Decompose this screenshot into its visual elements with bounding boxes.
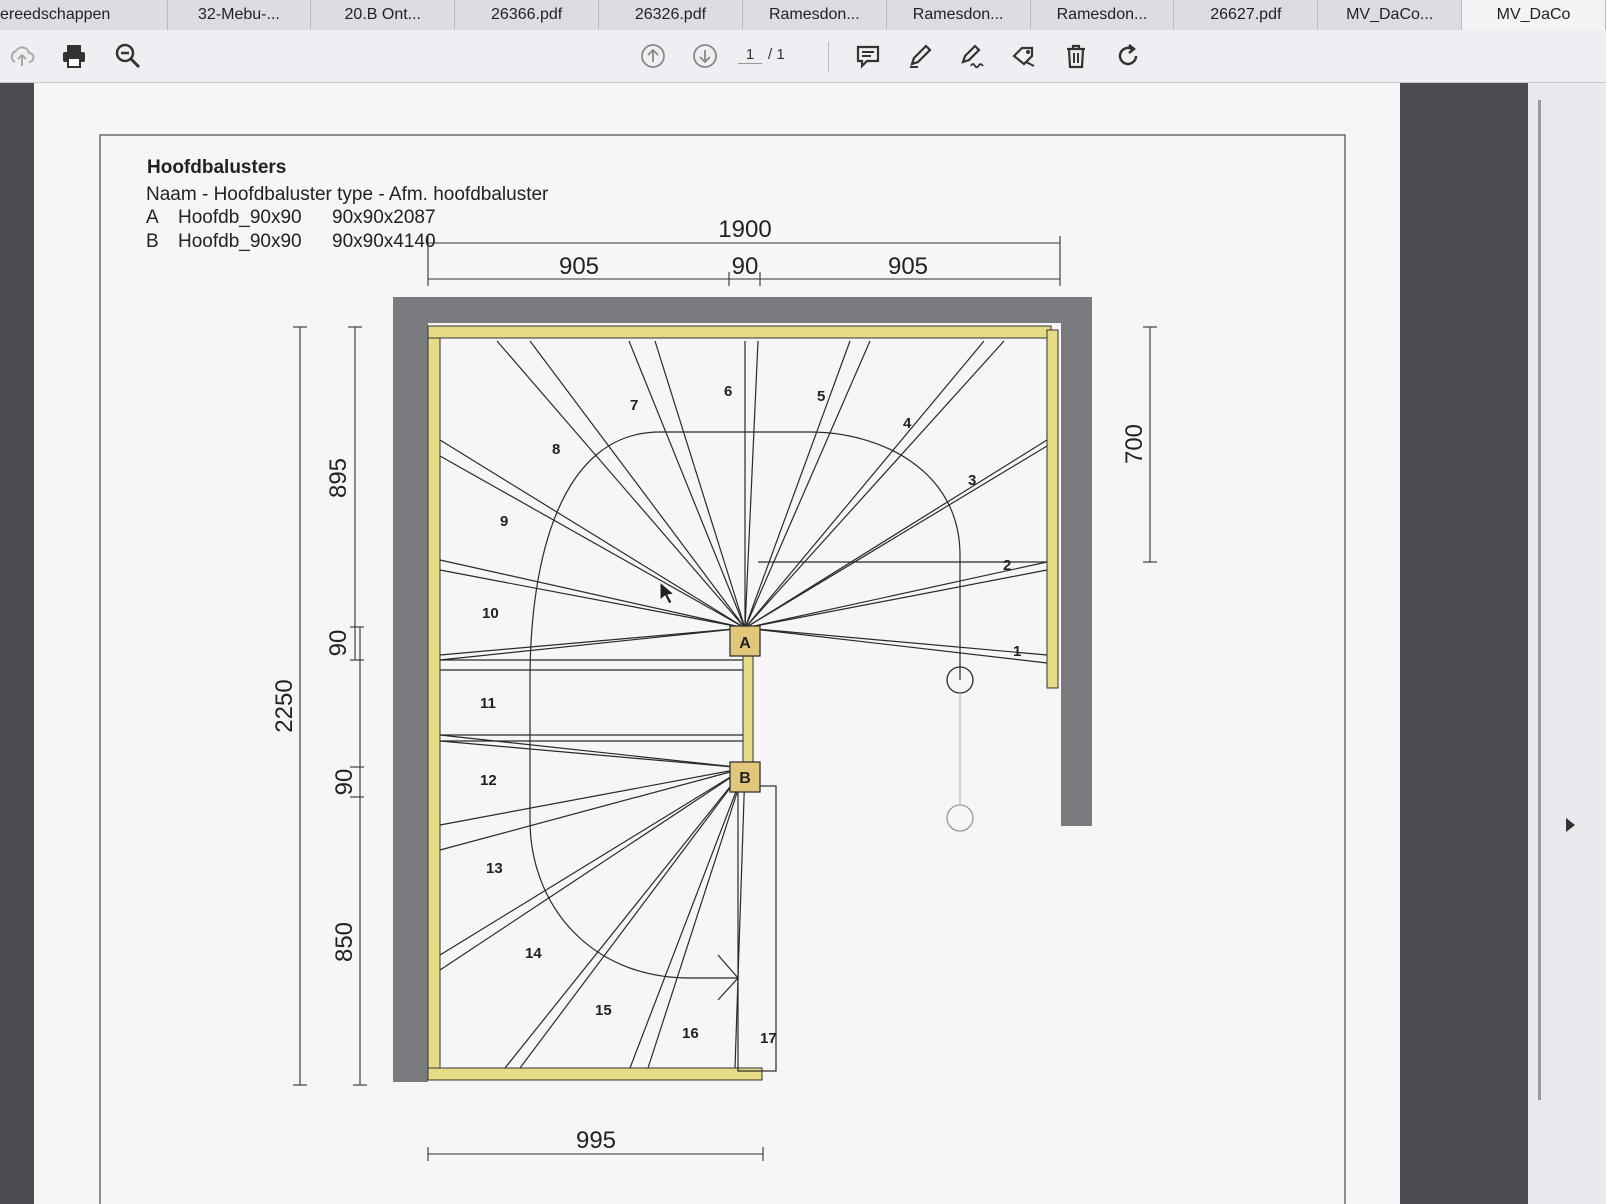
step-line: [496, 340, 746, 629]
step-number: 8: [552, 441, 560, 458]
legend-size: 90x90x4140: [332, 231, 436, 252]
stringer-right: [1046, 329, 1059, 689]
legend-size: 90x90x2087: [332, 207, 436, 228]
step-line: [529, 340, 746, 629]
dim-post-a: 90: [325, 630, 352, 657]
step-number: 13: [486, 860, 503, 877]
step-line: [744, 445, 1048, 629]
step-line: [744, 627, 1048, 664]
step-line: [519, 767, 746, 1069]
post-b-label: B: [739, 770, 751, 787]
legend-type: Hoofdb_90x90: [178, 231, 302, 252]
post-a-label: A: [739, 635, 751, 652]
step-number: 11: [480, 695, 496, 712]
step-number: 14: [525, 945, 542, 962]
step-number: 10: [482, 605, 499, 622]
legend-title: Hoofdbalusters: [147, 157, 287, 178]
legend-row-b: B Hoofdb_90x90 90x90x4140: [146, 231, 446, 253]
mouse-cursor-icon: [659, 580, 676, 605]
stair-drawing: A B 1 2 3 4 5 6 7 8 9 10 11 12 13 14 15 …: [99, 134, 1346, 1204]
dim-bottom-width: 995: [576, 1127, 616, 1154]
stringer-left: [427, 337, 441, 1071]
step-line: [504, 767, 746, 1069]
step-line: [744, 340, 759, 629]
dim-left-width: 905: [559, 253, 599, 280]
step-line: [744, 561, 1048, 629]
step-number: 2: [1003, 557, 1011, 574]
step-line: [647, 767, 746, 1069]
step-number: 1: [1013, 643, 1021, 660]
stringer-top: [427, 325, 1052, 339]
dim-post-b: 90: [331, 769, 358, 796]
legend-type: Hoofdb_90x90: [178, 207, 302, 228]
step-number: 15: [595, 1002, 612, 1019]
dim-lower-depth: 850: [331, 922, 358, 962]
step-line: [439, 439, 746, 629]
step-line: [744, 439, 1048, 629]
step-line: [744, 569, 1048, 629]
end-circle-icon: [946, 804, 974, 832]
dim-right-depth: 700: [1121, 424, 1148, 464]
step-number: 6: [724, 383, 732, 400]
step-line: [734, 767, 746, 1069]
step-number: 17: [760, 1030, 777, 1047]
dim-upper-depth: 895: [325, 458, 352, 498]
step-17-outline: [737, 785, 777, 1072]
dim-total-width: 1900: [718, 216, 771, 243]
step-line: [439, 627, 746, 661]
step-number: 7: [630, 397, 638, 414]
step-line: [744, 340, 871, 629]
legend-header: Naam - Hoofdbaluster type - Afm. hoofdba…: [146, 184, 549, 205]
step-line: [629, 767, 746, 1069]
step-line: [439, 734, 746, 769]
step-number: 16: [682, 1025, 699, 1042]
stringer-bottom: [427, 1067, 763, 1081]
step-line: [744, 627, 1048, 656]
step-number: 4: [903, 415, 912, 432]
step-line: [744, 340, 985, 629]
legend-id: B: [146, 231, 159, 252]
step-number: 5: [817, 388, 825, 405]
step-number: 12: [480, 772, 497, 789]
dim-post-width: 90: [732, 253, 759, 280]
step-line: [744, 340, 1005, 629]
dim-total-depth: 2250: [271, 679, 298, 732]
dim-right-width: 905: [888, 253, 928, 280]
step-number: 9: [500, 513, 508, 530]
legend-id: A: [146, 207, 159, 228]
legend-row-a: A Hoofdb_90x90 90x90x2087: [146, 207, 446, 229]
step-line: [439, 740, 746, 769]
step-line: [744, 340, 851, 629]
step-line: [439, 627, 746, 656]
step-number: 3: [968, 472, 976, 489]
center-stringer: [742, 649, 754, 781]
